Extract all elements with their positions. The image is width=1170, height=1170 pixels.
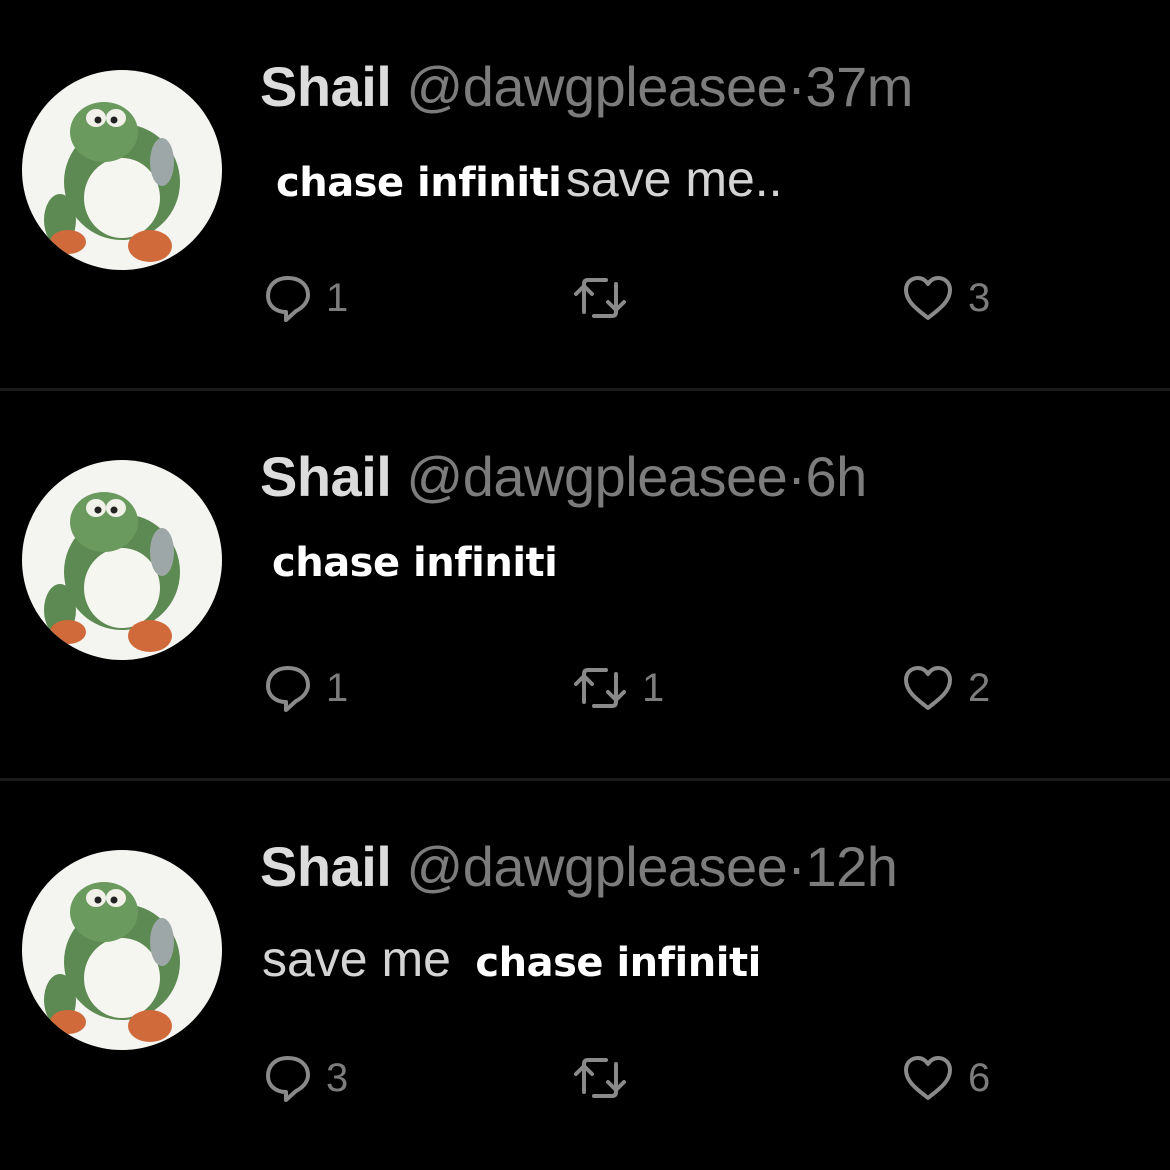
reply-icon: [266, 666, 310, 712]
tweet-body-text: save me: [262, 931, 451, 987]
heart-icon: [904, 1056, 952, 1100]
tweet-header: Shail @dawgpleasee·12h: [260, 832, 898, 902]
green-dinosaur-avatar-icon: [44, 102, 180, 262]
tweet-feed: Shail @dawgpleasee·37m chase infiniti sa…: [0, 0, 1170, 1170]
author-name[interactable]: Shail: [260, 55, 392, 118]
heart-icon: [904, 276, 952, 320]
tweet-body-text: save me..: [565, 151, 783, 207]
green-dinosaur-avatar-icon: [44, 882, 180, 1042]
author-name[interactable]: Shail: [260, 835, 392, 898]
tweet-text: chase infiniti save me..: [276, 150, 783, 220]
reply-count: 1: [326, 665, 349, 710]
tweet-text: chase infiniti: [272, 540, 558, 610]
timestamp[interactable]: 12h: [805, 835, 897, 898]
author-handle[interactable]: @dawgpleasee: [406, 835, 787, 898]
avatar[interactable]: [22, 850, 222, 1050]
tweet-header: Shail @dawgpleasee·6h: [260, 442, 867, 512]
reply-button[interactable]: 1: [262, 268, 348, 328]
retweet-icon: [574, 668, 626, 708]
reply-icon: [266, 276, 310, 322]
separator: ·: [787, 835, 806, 898]
reply-icon: [266, 1056, 310, 1102]
retweet-button[interactable]: [570, 1048, 642, 1108]
retweet-button[interactable]: [570, 268, 642, 328]
separator: ·: [787, 55, 806, 118]
avatar[interactable]: [22, 70, 222, 270]
like-count: 3: [968, 275, 991, 320]
green-dinosaur-avatar-icon: [44, 492, 180, 652]
author-handle[interactable]: @dawgpleasee: [406, 55, 787, 118]
like-button[interactable]: 3: [900, 268, 990, 328]
reply-count: 1: [326, 275, 349, 320]
tweet[interactable]: Shail @dawgpleasee·6h chase infiniti 1 1: [0, 390, 1170, 780]
like-button[interactable]: 6: [900, 1048, 990, 1108]
retweet-icon: [574, 1058, 626, 1098]
overlay-text: chase infiniti: [475, 940, 761, 986]
reply-button[interactable]: 1: [262, 658, 348, 718]
separator: ·: [787, 445, 806, 508]
tweet-header: Shail @dawgpleasee·37m: [260, 52, 913, 122]
reply-count: 3: [326, 1055, 349, 1100]
retweet-count: 1: [642, 665, 665, 710]
overlay-text: chase infiniti: [272, 540, 558, 586]
heart-icon: [904, 666, 952, 710]
avatar[interactable]: [22, 460, 222, 660]
author-handle[interactable]: @dawgpleasee: [406, 445, 787, 508]
reply-button[interactable]: 3: [262, 1048, 348, 1108]
tweet[interactable]: Shail @dawgpleasee·37m chase infiniti sa…: [0, 0, 1170, 390]
tweet-text: save me chase infiniti: [262, 930, 761, 1000]
like-count: 2: [968, 665, 991, 710]
timestamp[interactable]: 37m: [805, 55, 913, 118]
tweet[interactable]: Shail @dawgpleasee·12h save me chase inf…: [0, 780, 1170, 1170]
like-count: 6: [968, 1055, 991, 1100]
timestamp[interactable]: 6h: [805, 445, 867, 508]
overlay-text: chase infiniti: [276, 160, 562, 206]
retweet-icon: [574, 278, 626, 318]
like-button[interactable]: 2: [900, 658, 990, 718]
author-name[interactable]: Shail: [260, 445, 392, 508]
retweet-button[interactable]: 1: [570, 658, 664, 718]
